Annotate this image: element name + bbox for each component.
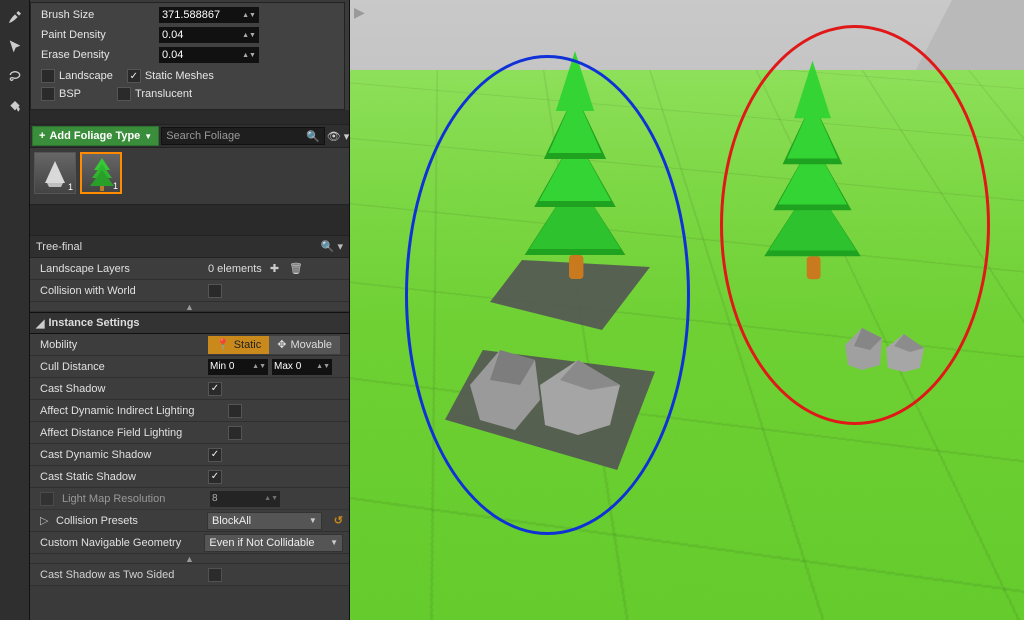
foliage-thumbnail[interactable]: 1 [80, 152, 122, 194]
cast-two-sided-checkbox[interactable] [208, 568, 222, 582]
cast-dynamic-shadow-checkbox[interactable] [208, 448, 222, 462]
thumb-count: 1 [68, 182, 73, 192]
spinner-icon[interactable]: ▲▼ [242, 53, 256, 58]
spinner-icon[interactable]: ▲▼ [316, 364, 330, 369]
cast-static-shadow-label: Cast Static Shadow [40, 471, 200, 483]
bsp-checkbox[interactable] [41, 87, 55, 101]
translucent-label: Translucent [135, 88, 192, 100]
expand-caret-icon: ◢ [36, 317, 44, 330]
foliage-thumbnails: 1 1 [30, 148, 349, 205]
mobility-static[interactable]: 📍Static [208, 336, 269, 354]
mobility-movable[interactable]: ✥Movable [269, 336, 340, 354]
erase-density-label: Erase Density [41, 49, 153, 61]
level-viewport[interactable]: ▶ [350, 0, 1024, 620]
fill-tool[interactable] [4, 96, 26, 118]
cast-two-sided-label: Cast Shadow as Two Sided [40, 569, 200, 581]
custom-nav-geo-combo[interactable]: Even if Not Collidable▼ [204, 534, 343, 552]
spinner-icon[interactable]: ▲▼ [252, 364, 266, 369]
add-foliage-type-button[interactable]: + Add Foliage Type ▼ [32, 126, 159, 146]
bsp-label: BSP [59, 88, 81, 100]
viewport-options-icon[interactable]: ▶ [354, 4, 365, 21]
visibility-toggle[interactable]: 👁 ▾ [327, 125, 349, 147]
collapse-handle-icon[interactable]: ▲ [30, 554, 349, 564]
paint-density-label: Paint Density [41, 29, 153, 41]
cast-static-shadow-checkbox[interactable] [208, 470, 222, 484]
dropdown-caret-icon: ▼ [330, 538, 338, 547]
affect-distance-field-label: Affect Distance Field Lighting [40, 427, 220, 439]
mobility-toggle[interactable]: 📍Static ✥Movable [208, 336, 340, 354]
affect-dynamic-indirect-label: Affect Dynamic Indirect Lighting [40, 405, 220, 417]
asset-name: Tree-final [36, 241, 82, 253]
collision-world-label: Collision with World [40, 285, 200, 297]
foliage-thumbnail[interactable]: 1 [34, 152, 76, 194]
browse-asset-icon[interactable]: 🔍 ▾ [321, 240, 343, 253]
brush-size-label: Brush Size [41, 9, 153, 21]
affect-dynamic-indirect-checkbox[interactable] [228, 404, 242, 418]
cull-max-input[interactable]: Max 0▲▼ [272, 359, 332, 375]
selected-asset-header: Tree-final 🔍 ▾ [30, 235, 349, 258]
erase-density-input[interactable]: 0.04▲▼ [159, 47, 259, 63]
spinner-icon[interactable]: ▲▼ [264, 496, 278, 501]
mode-tool-rail [0, 0, 30, 620]
brush-size-input[interactable]: 371.588867▲▼ [159, 7, 259, 23]
collapse-handle-icon[interactable]: ▲ [30, 302, 349, 312]
thumb-count: 1 [113, 181, 118, 191]
cast-shadow-label: Cast Shadow [40, 383, 200, 395]
cast-dynamic-shadow-label: Cast Dynamic Shadow [40, 449, 200, 461]
foliage-type-bar: + Add Foliage Type ▼ Search Foliage 🔍 👁 … [30, 124, 349, 148]
static-meshes-label: Static Meshes [145, 70, 214, 82]
landscape-checkbox[interactable] [41, 69, 55, 83]
custom-nav-geo-label: Custom Navigable Geometry [40, 537, 196, 549]
reset-to-default-icon[interactable]: ↺ [334, 514, 343, 527]
search-icon: 🔍 [306, 130, 320, 143]
cast-shadow-checkbox[interactable] [208, 382, 222, 396]
collision-presets-label: Collision Presets [56, 515, 199, 527]
spinner-icon[interactable]: ▲▼ [242, 13, 256, 18]
foliage-search-input[interactable]: Search Foliage 🔍 [161, 127, 325, 145]
details-list: Landscape Layers 0 elements ✚ 🗑 Collisio… [30, 258, 349, 586]
expand-icon[interactable]: ▷ [40, 514, 48, 527]
lightmap-override-checkbox[interactable] [40, 492, 54, 506]
lightmap-res-input[interactable]: 8▲▼ [210, 491, 280, 507]
select-tool[interactable] [4, 36, 26, 58]
collision-world-checkbox[interactable] [208, 284, 222, 298]
landscape-layers-label: Landscape Layers [40, 263, 200, 275]
landscape-layers-value: 0 elements [208, 263, 262, 275]
translucent-checkbox[interactable] [117, 87, 131, 101]
lightmap-res-label: Light Map Resolution [62, 493, 202, 505]
add-element-icon[interactable]: ✚ [270, 262, 279, 275]
plus-icon: + [39, 130, 45, 142]
annotation-blue-circle [405, 55, 690, 535]
paint-density-input[interactable]: 0.04▲▼ [159, 27, 259, 43]
mobility-label: Mobility [40, 339, 200, 351]
spinner-icon[interactable]: ▲▼ [242, 33, 256, 38]
cull-min-input[interactable]: Min 0▲▼ [208, 359, 268, 375]
brush-settings: Brush Size 371.588867▲▼ Paint Density 0.… [30, 2, 345, 110]
static-meshes-checkbox[interactable] [127, 69, 141, 83]
dropdown-caret-icon: ▼ [144, 132, 152, 141]
instance-settings-header[interactable]: ◢ Instance Settings [30, 312, 349, 334]
dropdown-caret-icon: ▼ [309, 516, 317, 525]
clear-elements-icon[interactable]: 🗑 [289, 262, 303, 275]
cull-distance-label: Cull Distance [40, 361, 200, 373]
pin-icon: 📍 [216, 338, 230, 351]
affect-distance-field-checkbox[interactable] [228, 426, 242, 440]
collision-presets-combo[interactable]: BlockAll▼ [207, 512, 322, 530]
foliage-panel: Brush Size 371.588867▲▼ Paint Density 0.… [30, 0, 350, 620]
landscape-label: Landscape [59, 70, 113, 82]
annotation-red-circle [720, 25, 990, 425]
move-icon: ✥ [277, 338, 286, 351]
lasso-tool[interactable] [4, 66, 26, 88]
paint-tool[interactable] [4, 6, 26, 28]
